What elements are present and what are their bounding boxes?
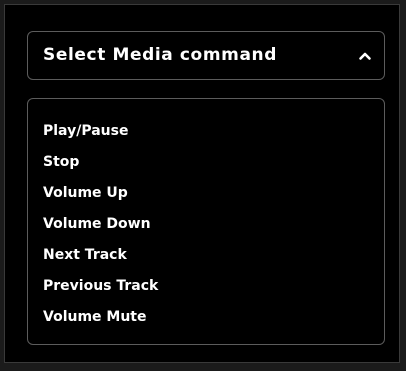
media-command-panel: Select Media command Play/Pause Stop Vol… (4, 4, 400, 363)
menu-item-previous-track[interactable]: Previous Track (28, 271, 384, 302)
dropdown-title: Select Media command (43, 45, 278, 65)
menu-item-stop[interactable]: Stop (28, 147, 384, 178)
menu-item-play-pause[interactable]: Play/Pause (28, 116, 384, 147)
menu-item-next-track[interactable]: Next Track (28, 240, 384, 271)
media-command-menu: Play/Pause Stop Volume Up Volume Down Ne… (27, 98, 385, 345)
chevron-up-icon[interactable] (356, 47, 374, 65)
menu-item-volume-mute[interactable]: Volume Mute (28, 302, 384, 333)
media-command-dropdown[interactable]: Select Media command (27, 31, 385, 80)
menu-item-volume-up[interactable]: Volume Up (28, 178, 384, 209)
menu-item-volume-down[interactable]: Volume Down (28, 209, 384, 240)
